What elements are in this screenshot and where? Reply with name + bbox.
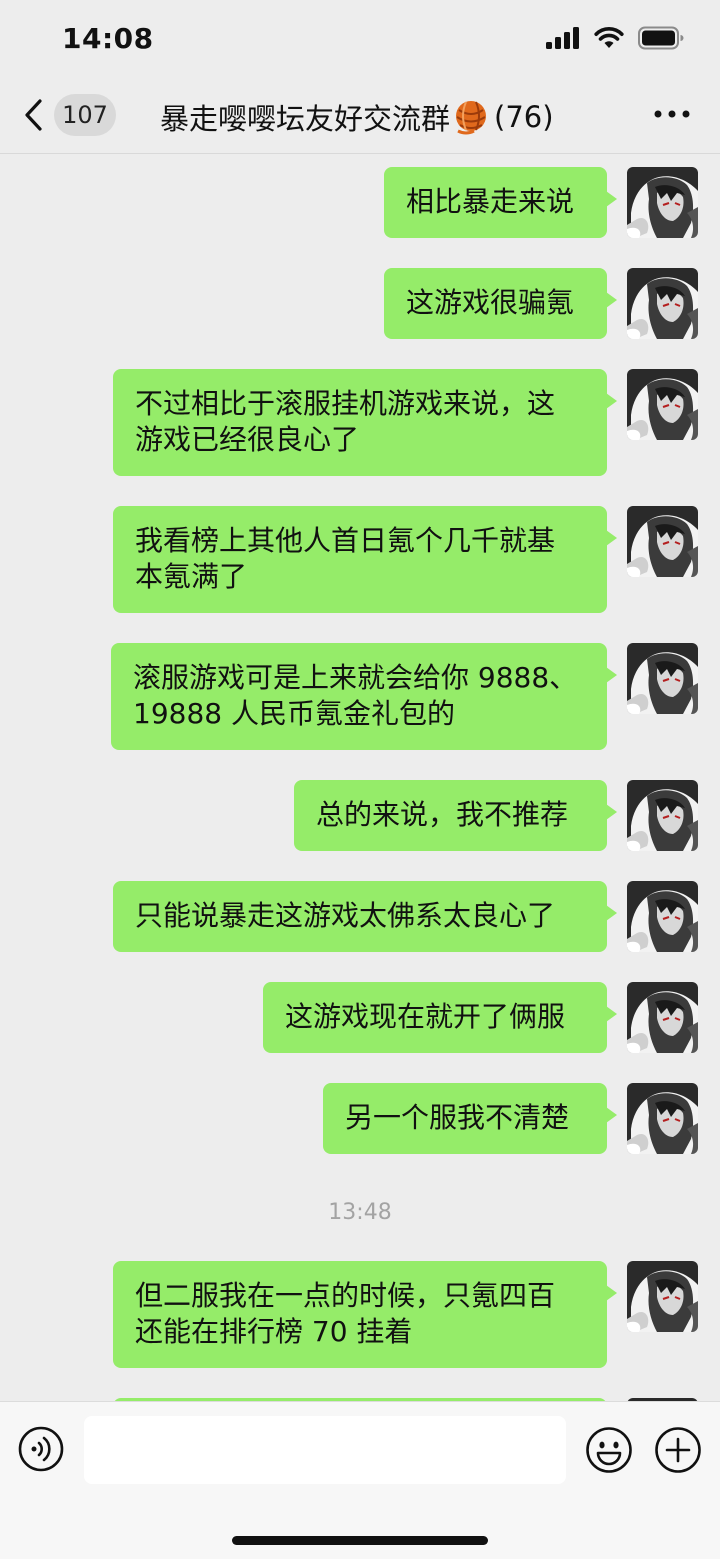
yarn-ball-icon (456, 101, 487, 135)
message-text-line: 滚服游戏可是上来就会给你 9888、 (133, 661, 578, 694)
message-bubble[interactable]: 这游戏很骗氪 (384, 268, 617, 339)
message-text-line: 游戏已经很良心了 (135, 423, 360, 456)
wifi-icon (594, 27, 624, 48)
voice-icon[interactable] (18, 1426, 64, 1472)
unread-count-badge: 107 (54, 94, 116, 136)
message-timestamp: 13:48 (328, 1200, 392, 1225)
message-text: 只能说暴走这游戏太佛系太良心了 (135, 899, 556, 932)
avatar[interactable] (627, 167, 698, 238)
message-text: 相比暴走来说 (406, 185, 575, 218)
signal-icon (546, 27, 579, 49)
message-bubble[interactable]: 但二服我在一点的时候，只氪四百 还能在排行榜 70 挂着 (113, 1261, 617, 1368)
message-bubble[interactable]: 总的来说，我不推荐 (294, 780, 617, 851)
message-text: 这游戏现在就开了俩服 (285, 1000, 566, 1033)
message-text-line: 本氪满了 (135, 560, 248, 593)
message-text: 总的来说，我不推荐 (316, 798, 569, 831)
avatar[interactable] (627, 982, 698, 1053)
back-button[interactable]: 107 (22, 92, 116, 138)
message-text-line: 我看榜上其他人首日氪个几千就基 (135, 524, 556, 557)
message-bubble[interactable]: 另一个服我不清楚 (323, 1083, 617, 1154)
avatar[interactable] (627, 369, 698, 440)
status-bar: 14:08 (0, 0, 720, 78)
chat-title: 暴走嘤嘤坛友好交流群 (76) (160, 96, 554, 138)
avatar[interactable] (627, 643, 698, 714)
more-dots-icon[interactable] (652, 102, 692, 126)
message-text: 这游戏很骗氪 (406, 286, 575, 319)
status-time: 14:08 (62, 22, 154, 55)
message-bubble[interactable]: 我看榜上其他人首日氪个几千就基 本氪满了 (113, 506, 617, 613)
emoji-icon[interactable] (585, 1426, 633, 1474)
message-text: 另一个服我不清楚 (345, 1101, 570, 1134)
group-name: 暴走嘤嘤坛友好交流群 (160, 102, 451, 136)
message-bubble[interactable]: 不过相比于滚服挂机游戏来说，这 游戏已经很良心了 (113, 369, 617, 476)
input-bar (0, 1401, 720, 1559)
message-text-line: 不过相比于滚服挂机游戏来说，这 (135, 387, 556, 420)
avatar[interactable] (627, 1083, 698, 1154)
message-bubble[interactable]: 只能说暴走这游戏太佛系太良心了 (113, 881, 617, 952)
avatar[interactable] (627, 881, 698, 952)
avatar[interactable] (627, 780, 698, 851)
plus-icon[interactable] (654, 1426, 702, 1474)
message-text-line: 但二服我在一点的时候，只氪四百 (135, 1279, 556, 1312)
avatar[interactable] (627, 506, 698, 577)
message-bubble[interactable]: 这游戏现在就开了俩服 (263, 982, 617, 1053)
message-text-line: 还能在排行榜 70 挂着 (135, 1315, 413, 1348)
message-input[interactable] (84, 1416, 566, 1484)
status-icons (546, 26, 684, 50)
message-bubble[interactable]: 滚服游戏可是上来就会给你 9888、 19888 人民币氪金礼包的 (111, 643, 617, 750)
chat-header: 107 暴走嘤嘤坛友好交流群 (76) (0, 78, 720, 154)
avatar[interactable] (627, 1261, 698, 1332)
member-count: (76) (494, 100, 554, 134)
home-indicator (232, 1536, 488, 1545)
chevron-left-icon (25, 99, 42, 131)
avatar[interactable] (627, 268, 698, 339)
battery-icon (638, 26, 684, 50)
message-list[interactable]: 相比暴走来说 这游戏很骗氪 不过相比于滚服挂机游戏来说，这 游戏已经很良心了 我… (0, 154, 720, 1401)
message-text-line: 19888 人民币氪金礼包的 (133, 697, 455, 730)
message-bubble[interactable]: 相比暴走来说 (384, 167, 617, 238)
